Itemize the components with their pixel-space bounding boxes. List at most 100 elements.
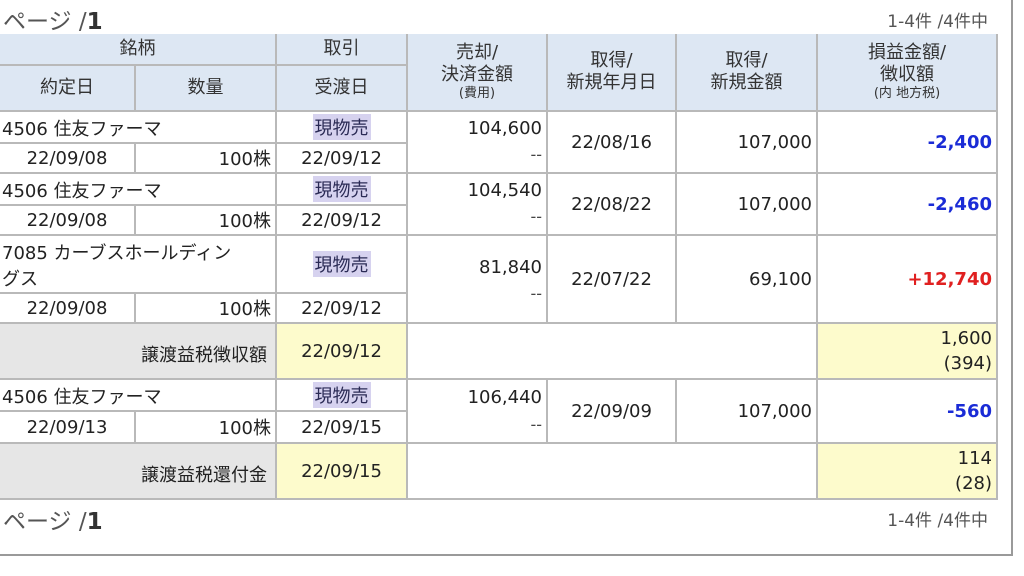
page-label: ページ / xyxy=(3,9,87,35)
trade-4-acq-date: 22/09/09 xyxy=(548,380,677,444)
trade-1-amount-cell: 104,600 -- xyxy=(408,112,548,174)
tax-2-label: 譲渡益税還付金 xyxy=(141,465,267,486)
tax-1-local: (394) xyxy=(943,353,992,374)
trade-4-settle-date: 22/09/15 xyxy=(277,412,408,444)
header-quantity: 数量 xyxy=(136,66,277,112)
header-acq-amount: 取得/ 新規金額 xyxy=(677,34,818,112)
trade-2-acq-amount: 107,000 xyxy=(677,174,818,236)
trade-4-quantity: 100株 xyxy=(136,412,277,444)
tax-1-date: 22/09/12 xyxy=(277,324,408,380)
trade-2-pl: -2,460 xyxy=(927,193,992,215)
page-number[interactable]: 1 xyxy=(87,9,103,35)
trade-2-amount: 104,540 xyxy=(467,180,542,201)
trade-2-amount-cell: 104,540 -- xyxy=(408,174,548,236)
trade-3-type-cell: 現物売 xyxy=(277,236,408,294)
trade-1-name-cell: 4506 住友ファーマ xyxy=(0,112,277,144)
header-sale-line2: 決済金額 xyxy=(441,64,513,85)
header-profit-loss: 損益金額/ 徴収額 (内 地方税) xyxy=(818,34,998,112)
trade-4-acq-amount: 107,000 xyxy=(677,380,818,444)
header-acq-date: 取得/ 新規年月日 xyxy=(548,34,677,112)
trade-3-name-line2[interactable]: グス xyxy=(2,265,38,291)
tax-2-date: 22/09/15 xyxy=(277,444,408,500)
tax-1-amount: 1,600 xyxy=(940,328,992,349)
trade-4-name-cell: 4506 住友ファーマ xyxy=(0,380,277,412)
tax-1-label-cell: 譲渡益税徴収額 xyxy=(0,324,277,380)
frame-right-edge xyxy=(1011,0,1013,556)
page-label-bottom: ページ / xyxy=(3,509,87,535)
tax-2-local: (28) xyxy=(955,473,992,494)
trade-1-fee: -- xyxy=(530,145,542,164)
trade-1-settle-date: 22/09/12 xyxy=(277,144,408,174)
header-acq-date-line2: 新規年月日 xyxy=(566,72,657,93)
trade-1-contract-date: 22/09/08 xyxy=(0,144,136,174)
result-count-bottom: 1-4件 /4件中 xyxy=(887,511,988,531)
header-pl-line2: 徴収額 xyxy=(880,64,934,85)
trade-4-name[interactable]: 4506 住友ファーマ xyxy=(2,383,162,409)
trade-1-name[interactable]: 4506 住友ファーマ xyxy=(2,115,162,141)
trade-1-type: 現物売 xyxy=(312,114,371,140)
trade-4-type-cell: 現物売 xyxy=(277,380,408,412)
page-number-bottom[interactable]: 1 xyxy=(87,509,103,535)
trade-2-type: 現物売 xyxy=(312,176,371,202)
trade-3-fee: -- xyxy=(530,284,542,303)
trade-2-pl-cell: -2,460 xyxy=(818,174,998,236)
trade-3-name-line1[interactable]: 7085 カーブスホールディン xyxy=(2,239,231,265)
header-torihiki: 取引 xyxy=(277,34,408,66)
trade-1-pl: -2,400 xyxy=(927,131,992,153)
trade-1-acq-amount: 107,000 xyxy=(677,112,818,174)
tax-2-amount: 114 xyxy=(957,448,992,469)
header-pl-line3: (内 地方税) xyxy=(873,86,941,101)
header-acq-date-line1: 取得/ xyxy=(590,50,633,71)
trade-1-quantity: 100株 xyxy=(136,144,277,174)
trade-4-contract-date: 22/09/13 xyxy=(0,412,136,444)
trade-3-amount: 81,840 xyxy=(479,257,542,278)
trade-3-settle-date: 22/09/12 xyxy=(277,294,408,324)
tax-2-amount-cell: 114 (28) xyxy=(818,444,998,500)
tax-2-label-cell: 譲渡益税還付金 xyxy=(0,444,277,500)
trade-4-type: 現物売 xyxy=(312,382,371,408)
trade-3-acq-date: 22/07/22 xyxy=(548,236,677,324)
trade-3-quantity: 100株 xyxy=(136,294,277,324)
trade-2-quantity: 100株 xyxy=(136,206,277,236)
trade-2-name-cell: 4506 住友ファーマ xyxy=(0,174,277,206)
trade-4-amount: 106,440 xyxy=(467,387,542,408)
trade-3-pl: +12,740 xyxy=(907,268,992,290)
trade-2-type-cell: 現物売 xyxy=(277,174,408,206)
trade-2-name[interactable]: 4506 住友ファーマ xyxy=(2,177,162,203)
trade-4-pl-cell: -560 xyxy=(818,380,998,444)
trade-1-acq-date: 22/08/16 xyxy=(548,112,677,174)
pager-bottom: ページ /1 1-4件 /4件中 xyxy=(0,502,1000,538)
frame-bottom-edge xyxy=(0,554,1013,556)
trade-4-amount-cell: 106,440 -- xyxy=(408,380,548,444)
trade-1-type-cell: 現物売 xyxy=(277,112,408,144)
header-pl-line1: 損益金額/ xyxy=(867,42,947,63)
trade-2-contract-date: 22/09/08 xyxy=(0,206,136,236)
header-acq-amount-line2: 新規金額 xyxy=(710,72,783,93)
tax-2-empty xyxy=(408,444,818,500)
header-sale-amount: 売却/ 決済金額 (費用) xyxy=(408,34,548,112)
trade-2-settle-date: 22/09/12 xyxy=(277,206,408,236)
page-indicator-bottom: ページ /1 xyxy=(3,502,103,536)
trade-3-type: 現物売 xyxy=(312,251,371,277)
trade-2-fee: -- xyxy=(530,207,542,226)
trade-3-amount-cell: 81,840 -- xyxy=(408,236,548,324)
trade-2-acq-date: 22/08/22 xyxy=(548,174,677,236)
header-sale-line1: 売却/ xyxy=(455,42,499,63)
tax-1-label: 譲渡益税徴収額 xyxy=(141,345,267,366)
tax-1-amount-cell: 1,600 (394) xyxy=(818,324,998,380)
trade-1-pl-cell: -2,400 xyxy=(818,112,998,174)
trade-4-fee: -- xyxy=(530,415,542,434)
trade-1-amount: 104,600 xyxy=(467,118,542,139)
page-indicator: ページ /1 xyxy=(3,2,103,36)
header-sale-line3: (費用) xyxy=(458,86,496,101)
tax-1-empty xyxy=(408,324,818,380)
trade-3-contract-date: 22/09/08 xyxy=(0,294,136,324)
header-settle-date: 受渡日 xyxy=(277,66,408,112)
trade-3-name-cell: 7085 カーブスホールディン グス xyxy=(0,236,277,294)
header-acq-amount-line1: 取得/ xyxy=(725,50,768,71)
trade-3-acq-amount: 69,100 xyxy=(677,236,818,324)
pager-top: ページ /1 1-4件 /4件中 xyxy=(0,0,1000,36)
trade-4-pl: -560 xyxy=(946,400,992,422)
trade-3-pl-cell: +12,740 xyxy=(818,236,998,324)
header-meigara: 銘柄 xyxy=(0,34,277,66)
